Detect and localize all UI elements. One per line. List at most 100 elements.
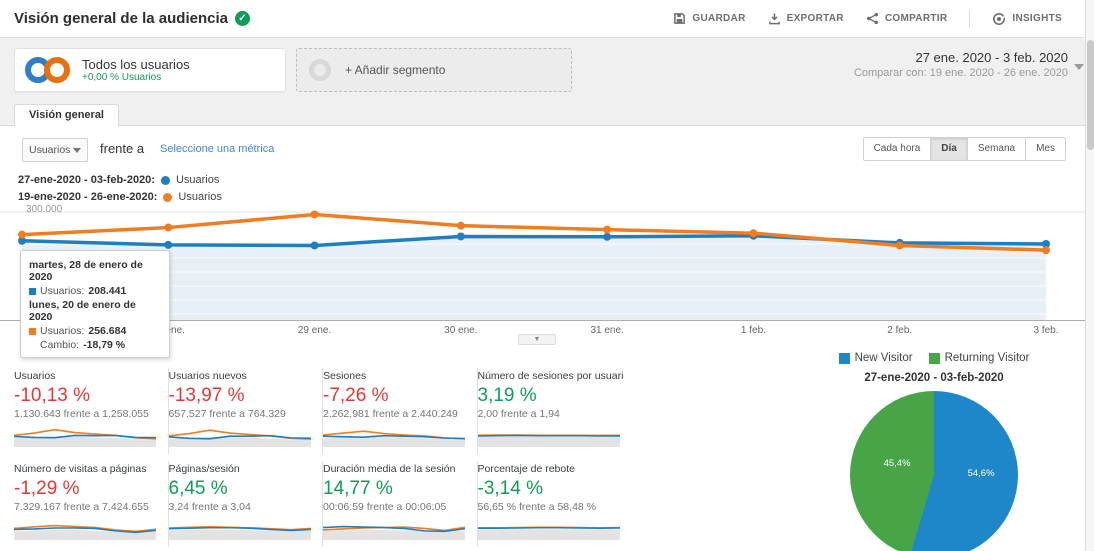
pie-label-new: 54,6% [968, 468, 995, 479]
scorecard-values: 1.130.643 frente a 1.258.055 [14, 408, 160, 420]
scorecard[interactable]: Páginas/sesión 6,45 %3,24 frente a 3,04 [169, 461, 324, 547]
metric-select-dropdown[interactable]: Usuarios [22, 138, 88, 162]
date-range-picker[interactable]: 27 ene. 2020 - 3 feb. 2020 Comparar con:… [854, 50, 1068, 79]
scorecard[interactable]: Duración media de la sesión 14,77 %00:06:… [323, 461, 478, 547]
scrollbar-thumb[interactable] [1087, 40, 1094, 150]
scorecard-delta: -7,26 % [323, 385, 469, 407]
legend-square-blue-icon [839, 353, 850, 364]
chevron-down-icon [1074, 64, 1084, 70]
x-tick-label: 1 feb. [741, 325, 766, 336]
scorecard-label: Usuarios [14, 370, 160, 382]
verified-check-icon: ✓ [235, 11, 250, 26]
scorecard[interactable]: Porcentaje de rebote-3,14 %56,65 % frent… [478, 461, 633, 547]
y-gridline-label: 300.000 [26, 204, 62, 215]
top-toolbar: Visión general de la audiencia ✓ GUARDAR… [0, 0, 1094, 38]
scorecard-sparkline [323, 516, 465, 540]
scorecard-label: Duración media de la sesión [323, 463, 469, 475]
scorecard-label: Número de visitas a páginas [14, 463, 160, 475]
segment-subtitle: +0,00 % Usuarios [82, 72, 190, 83]
date-compare-value: Comparar con: 19 ene. 2020 - 26 ene. 202… [854, 67, 1068, 79]
pie-label-returning: 45,4% [884, 458, 911, 469]
scorecard-values: 3,24 frente a 3,04 [169, 501, 315, 513]
scorecard-delta: 6,45 % [169, 478, 315, 500]
scorecard-delta: 14,77 % [323, 478, 469, 500]
scorecard-sparkline [14, 423, 156, 447]
scorecard-label: Porcentaje de rebote [478, 463, 625, 475]
save-icon [673, 12, 686, 25]
scorecard-label: Páginas/sesión [169, 463, 315, 475]
scorecard-delta: 3,19 % [478, 385, 625, 407]
scorecard-sparkline [478, 516, 620, 540]
scorecard[interactable]: Sesiones -7,26 %2.262.981 frente a 2.440.… [323, 368, 478, 454]
visitor-type-panel: New Visitor Returning Visitor 27-ene-202… [788, 352, 1080, 551]
scorecard-sparkline [14, 516, 156, 540]
granularity-month-button[interactable]: Mes [1026, 137, 1066, 161]
add-segment-button[interactable]: + Añadir segmento [296, 48, 572, 92]
timeline-legend: 27-ene-2020 - 03-feb-2020: Usuarios 19-e… [18, 174, 222, 208]
scorecard-delta: -10,13 % [14, 385, 160, 407]
legend-new-visitor: New Visitor [839, 352, 913, 364]
toolbar-divider [969, 10, 970, 28]
scorecard[interactable]: Usuarios nuevos -13,97 %657.527 frente a … [169, 368, 324, 454]
x-tick-label: 29 ene. [298, 325, 331, 336]
scorecard-values: 2,00 frente a 1,94 [478, 408, 625, 420]
timeline-expander-button[interactable]: ▼ [518, 334, 556, 345]
segment-ring-orange-icon [44, 57, 70, 83]
legend-dot-blue-icon [161, 176, 170, 185]
pie-legend: New Visitor Returning Visitor [788, 352, 1080, 364]
scorecard-sparkline [169, 516, 311, 540]
scorecard-label: Sesiones [323, 370, 469, 382]
share-icon [866, 12, 879, 25]
chevron-down-icon [73, 148, 81, 153]
scorecard-values: 657.527 frente a 764.329 [169, 408, 315, 420]
scorecard-sparkline [323, 423, 465, 447]
tooltip-orange-square-icon [29, 328, 36, 335]
scorecard-sparkline [478, 423, 620, 447]
segment-all-users[interactable]: Todos los usuarios +0,00 % Usuarios [14, 48, 286, 92]
vertical-scrollbar[interactable] [1085, 0, 1094, 551]
insights-icon [992, 12, 1006, 26]
granularity-day-button[interactable]: Día [931, 137, 968, 161]
scorecard-label: Número de sesiones por usuario [478, 370, 625, 382]
tooltip-date-current: martes, 28 de enero de 2020 [29, 259, 161, 283]
scorecard-values: 56,65 % frente a 58,48 % [478, 501, 625, 513]
legend-current-period: 27-ene-2020 - 03-feb-2020: Usuarios [18, 174, 222, 186]
scorecard-values: 2.262.981 frente a 2.440.249 [323, 408, 469, 420]
granularity-hourly-button[interactable]: Cada hora [863, 137, 932, 161]
chevron-down-icon: ▼ [519, 335, 555, 344]
save-button[interactable]: GUARDAR [673, 12, 745, 25]
download-icon [768, 12, 781, 25]
scorecard[interactable]: Usuarios -10,13 %1.130.643 frente a 1.258… [14, 368, 169, 454]
granularity-switcher: Cada hora Día Semana Mes [863, 137, 1066, 161]
scorecard-grid: Usuarios -10,13 %1.130.643 frente a 1.258… [14, 368, 632, 547]
add-segment-label: + Añadir segmento [345, 63, 445, 77]
page-title: Visión general de la audiencia [14, 10, 228, 27]
x-tick-label: 31 ene. [590, 325, 623, 336]
scorecard-sparkline [169, 423, 311, 447]
audience-overview-page: Visión general de la audiencia ✓ GUARDAR… [0, 0, 1094, 551]
insights-button[interactable]: INSIGHTS [992, 12, 1062, 26]
share-button[interactable]: COMPARTIR [866, 12, 948, 25]
date-range-value: 27 ene. 2020 - 3 feb. 2020 [854, 50, 1068, 65]
select-metric-link[interactable]: Seleccione una métrica [160, 143, 274, 155]
pie-title: 27-ene-2020 - 03-feb-2020 [788, 372, 1080, 384]
export-button[interactable]: EXPORTAR [768, 12, 844, 25]
x-tick-label: 3 feb. [1033, 325, 1058, 336]
scorecard-label: Usuarios nuevos [169, 370, 315, 382]
chart-tooltip: martes, 28 de enero de 2020 Usuarios: 20… [20, 250, 170, 358]
vs-label: frente a [100, 141, 144, 156]
scorecard-delta: -13,97 % [169, 385, 315, 407]
tooltip-blue-square-icon [29, 288, 36, 295]
x-tick-label: 30 ene. [444, 325, 477, 336]
legend-returning-visitor: Returning Visitor [929, 352, 1030, 364]
x-tick-label: 2 feb. [887, 325, 912, 336]
scorecard[interactable]: Número de sesiones por usuario 3,19 %2,00… [478, 368, 633, 454]
legend-square-green-icon [929, 353, 940, 364]
scorecard-values: 7.329.167 frente a 7.424.655 [14, 501, 160, 513]
scorecard-values: 00:06:59 frente a 00:06:05 [323, 501, 469, 513]
segment-title: Todos los usuarios [82, 57, 190, 72]
legend-compare-period: 19-ene-2020 - 26-ene-2020: Usuarios [18, 191, 222, 203]
granularity-week-button[interactable]: Semana [968, 137, 1026, 161]
tab-overview[interactable]: Visión general [14, 104, 119, 126]
scorecard[interactable]: Número de visitas a páginas-1,29 %7.329.… [14, 461, 169, 547]
